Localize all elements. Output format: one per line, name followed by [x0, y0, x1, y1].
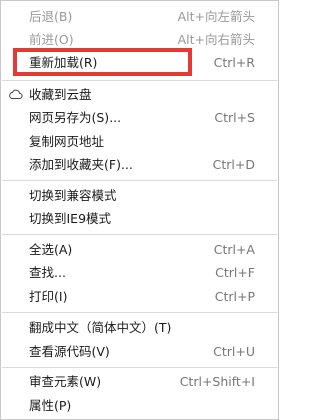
menu-item-forward-label: 前进(O) — [29, 32, 74, 47]
menu-item-reload-shortcut: Ctrl+R — [213, 55, 255, 70]
menu-separator — [2, 312, 277, 313]
menu-item-reload[interactable]: 重新加载(R) Ctrl+R — [2, 51, 277, 74]
menu-item-inspect[interactable]: 审查元素(W) Ctrl+Shift+I — [2, 370, 277, 393]
cloud-icon — [9, 89, 23, 99]
menu-item-select-all[interactable]: 全选(A) Ctrl+A — [2, 238, 277, 261]
menu-item-compat-mode[interactable]: 切换到兼容模式 — [2, 184, 277, 207]
menu-item-inspect-label: 审查元素(W) — [29, 374, 102, 389]
menu-item-save-page-as-label: 网页另存为(S)... — [29, 110, 122, 125]
menu-item-inspect-shortcut: Ctrl+Shift+I — [179, 374, 255, 389]
menu-item-find-label: 查找... — [29, 265, 66, 280]
menu-item-find-shortcut: Ctrl+F — [215, 265, 255, 280]
menu-item-print[interactable]: 打印(I) Ctrl+P — [2, 285, 277, 308]
menu-item-select-all-shortcut: Ctrl+A — [213, 242, 255, 257]
menu-item-back[interactable]: 后退(B) Alt+向左箭头 — [2, 5, 277, 28]
menu-separator — [2, 234, 277, 235]
menu-item-print-shortcut: Ctrl+P — [214, 289, 255, 304]
menu-item-add-favorite-shortcut: Ctrl+D — [212, 157, 255, 172]
menu-item-properties-label: 属性(P) — [29, 398, 72, 413]
menu-item-back-label: 后退(B) — [29, 9, 73, 24]
menu-item-translate[interactable]: 翻成中文（简体中文）(T) — [2, 316, 277, 339]
menu-item-copy-page-url[interactable]: 复制网页地址 — [2, 130, 277, 153]
menu-item-compat-mode-label: 切换到兼容模式 — [29, 188, 117, 203]
menu-item-save-page-as-shortcut: Ctrl+S — [214, 110, 255, 125]
menu-item-ie9-mode-label: 切换到IE9模式 — [29, 211, 112, 226]
menu-item-forward-shortcut: Alt+向右箭头 — [177, 32, 255, 47]
context-menu: 后退(B) Alt+向左箭头 前进(O) Alt+向右箭头 重新加载(R) Ct… — [0, 0, 279, 420]
menu-item-view-source-label: 查看源代码(V) — [29, 344, 110, 359]
menu-item-properties[interactable]: 属性(P) — [2, 394, 277, 417]
menu-item-back-shortcut: Alt+向左箭头 — [177, 9, 255, 24]
menu-item-save-to-cloud-label: 收藏到云盘 — [29, 87, 92, 102]
menu-item-add-favorite-label: 添加到收藏夹(F)... — [29, 157, 133, 172]
menu-item-forward[interactable]: 前进(O) Alt+向右箭头 — [2, 28, 277, 51]
menu-item-find[interactable]: 查找... Ctrl+F — [2, 261, 277, 284]
menu-item-translate-label: 翻成中文（简体中文）(T) — [29, 320, 172, 335]
menu-item-view-source[interactable]: 查看源代码(V) Ctrl+U — [2, 340, 277, 363]
menu-item-save-page-as[interactable]: 网页另存为(S)... Ctrl+S — [2, 106, 277, 129]
menu-item-print-label: 打印(I) — [29, 289, 68, 304]
menu-item-reload-label: 重新加载(R) — [29, 55, 98, 70]
menu-item-save-to-cloud[interactable]: 收藏到云盘 — [2, 83, 277, 106]
menu-separator — [2, 180, 277, 181]
menu-item-add-favorite[interactable]: 添加到收藏夹(F)... Ctrl+D — [2, 153, 277, 176]
menu-separator — [2, 367, 277, 368]
menu-item-view-source-shortcut: Ctrl+U — [213, 344, 255, 359]
menu-item-select-all-label: 全选(A) — [29, 242, 73, 257]
menu-item-ie9-mode[interactable]: 切换到IE9模式 — [2, 207, 277, 230]
menu-item-copy-page-url-label: 复制网页地址 — [29, 134, 105, 149]
menu-separator — [2, 80, 277, 81]
